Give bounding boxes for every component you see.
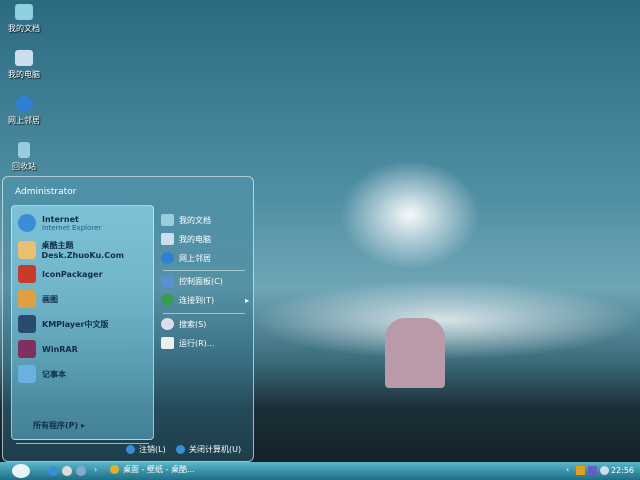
search-icon — [161, 318, 174, 330]
zhuoku-icon — [18, 241, 36, 259]
program-zhuoku[interactable]: 桌酷主题Desk.ZhuoKu.Com — [18, 240, 153, 260]
wallpaper-couple — [385, 318, 445, 388]
desktop-icon-network[interactable]: 网上邻居 — [2, 96, 46, 126]
computer-icon — [15, 50, 33, 66]
computer-icon — [161, 233, 174, 245]
shutdown-button[interactable]: 关闭计算机(U) — [176, 444, 241, 455]
chrome-icon — [110, 465, 119, 474]
menu-run[interactable]: 运行(R)... — [161, 337, 214, 349]
winrar-icon — [18, 340, 36, 358]
start-button[interactable] — [12, 464, 30, 478]
logoff-icon — [126, 445, 135, 454]
arrow-right-icon: ▸ — [245, 295, 250, 305]
wallpaper-clouds — [250, 280, 640, 360]
menu-control-panel[interactable]: 控制面板(C) — [161, 275, 223, 287]
tray-icon[interactable] — [576, 466, 585, 475]
user-name: Administrator — [15, 187, 77, 197]
network-icon — [15, 96, 33, 112]
clock[interactable]: 22:56 — [611, 466, 634, 475]
start-menu: Administrator Internet Internet Explorer … — [2, 176, 254, 462]
ie-icon — [18, 214, 36, 232]
iconpackager-icon — [18, 265, 36, 283]
connect-icon — [161, 294, 174, 306]
logoff-button[interactable]: 注销(L) — [126, 444, 166, 455]
pinned-programs: Internet Internet Explorer 桌酷主题Desk.ZhuoK… — [11, 205, 154, 444]
taskbar-item[interactable]: 桌面 - 壁纸 - 桌酷... — [110, 464, 195, 475]
notepad-icon — [18, 365, 36, 383]
power-icon — [176, 445, 185, 454]
recycle-bin-icon — [18, 142, 30, 158]
program-winrar[interactable]: WinRAR — [18, 340, 78, 358]
network-icon — [161, 252, 174, 264]
menu-my-documents[interactable]: 我的文档 — [161, 214, 211, 226]
wallpaper-heart-cloud — [340, 160, 480, 270]
menu-search[interactable]: 搜索(S) — [161, 318, 206, 330]
chevron-left-icon[interactable]: ‹ — [566, 465, 569, 474]
arrow-right-icon: ▸ — [80, 421, 85, 430]
desktop-icon[interactable] — [76, 466, 86, 476]
program-notepad[interactable]: 记事本 — [18, 365, 66, 383]
kmplayer-icon — [18, 315, 36, 333]
program-internet-explorer[interactable]: Internet Internet Explorer — [18, 214, 101, 232]
divider — [163, 270, 245, 271]
program-iconpackager[interactable]: IconPackager — [18, 265, 103, 283]
program-paint[interactable]: 画图 — [18, 290, 58, 308]
folder-icon — [15, 4, 33, 20]
program-kmplayer[interactable]: KMPlayer中文版 — [18, 315, 109, 333]
desktop-icon-my-documents[interactable]: 我的文档 — [2, 4, 46, 34]
media-icon[interactable] — [62, 466, 72, 476]
desktop-icon-recycle-bin[interactable]: 回收站 — [2, 142, 46, 172]
menu-my-computer[interactable]: 我的电脑 — [161, 233, 211, 245]
menu-connect-to[interactable]: 连接到(T) ▸ — [161, 294, 249, 306]
volume-icon[interactable] — [600, 466, 609, 475]
ie-icon[interactable] — [48, 466, 58, 476]
divider — [163, 313, 245, 314]
taskbar: › 桌面 - 壁纸 - 桌酷... ‹ 22:56 — [0, 462, 640, 480]
tray-icon[interactable] — [588, 466, 597, 475]
paint-icon — [18, 290, 36, 308]
control-panel-icon — [161, 275, 174, 287]
desktop-icon-my-computer[interactable]: 我的电脑 — [2, 50, 46, 80]
folder-icon — [161, 214, 174, 226]
chevron-right-icon[interactable]: › — [94, 465, 97, 474]
run-icon — [161, 337, 174, 349]
all-programs-button[interactable]: 所有程序(P) ▸ — [33, 420, 85, 431]
menu-network[interactable]: 网上邻居 — [161, 252, 211, 264]
